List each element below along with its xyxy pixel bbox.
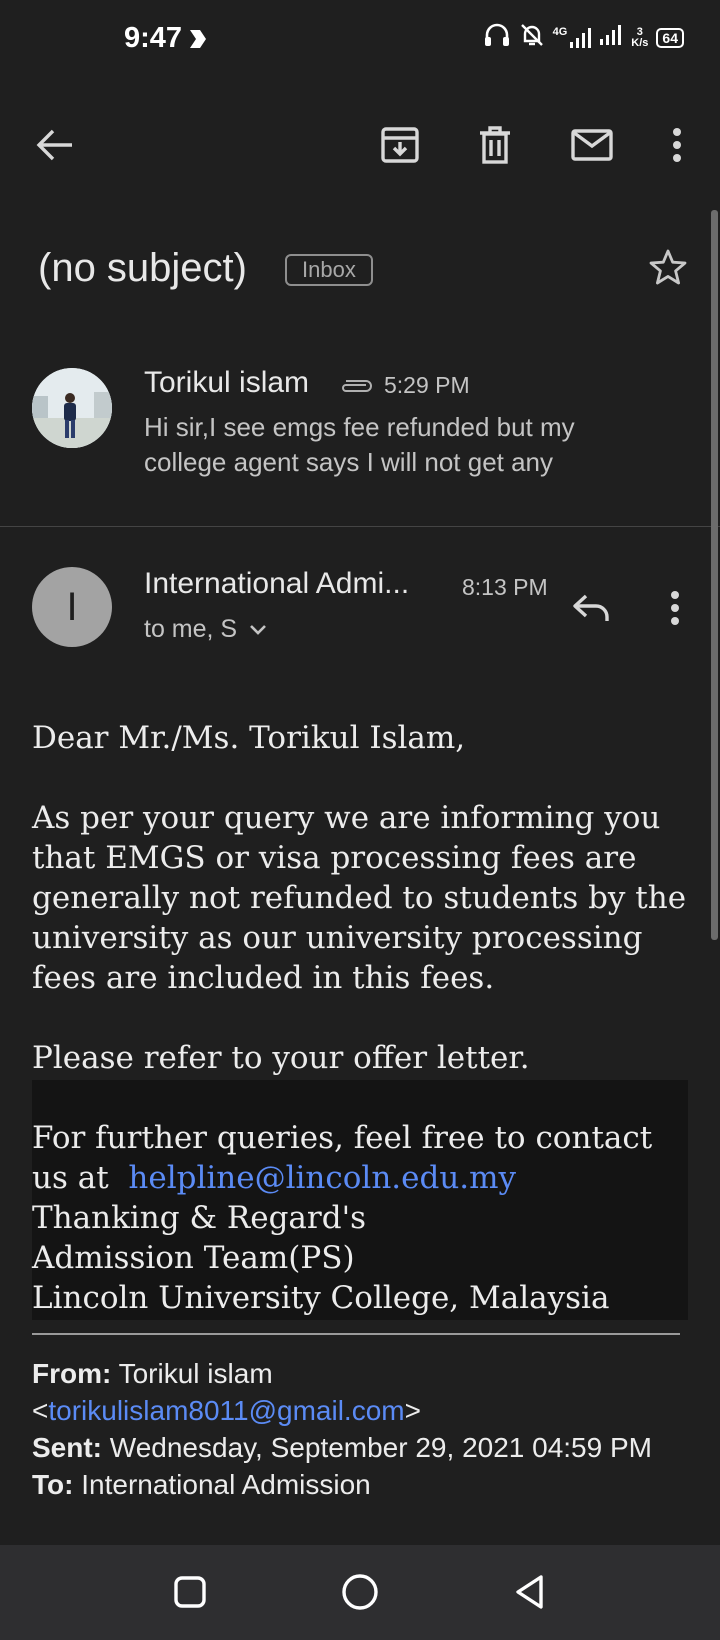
signal-icon: 4G — [552, 25, 592, 49]
recipients-text: to me, S — [144, 615, 238, 643]
message-more-button[interactable] — [650, 583, 700, 633]
to-line: To: International Admission — [32, 1466, 692, 1503]
signature-line: Admission Team(PS) — [32, 1240, 355, 1276]
delete-icon — [480, 126, 510, 164]
back-button[interactable] — [30, 120, 80, 170]
subject-row: (no subject) Inbox — [0, 230, 720, 310]
more-vert-icon — [671, 591, 679, 625]
speed-unit: K/s — [631, 36, 649, 49]
from-name: Torikul islam — [118, 1358, 273, 1389]
sent-line: Sent: Wednesday, September 29, 2021 04:5… — [32, 1429, 692, 1466]
mark-unread-button[interactable] — [567, 120, 617, 170]
attachment-icon — [338, 378, 374, 399]
from-email-line: <torikulislam8011@gmail.com> — [32, 1395, 421, 1426]
reply-button[interactable] — [566, 583, 616, 633]
avatar — [32, 368, 112, 448]
sender-name: Torikul islam — [144, 366, 310, 399]
archive-button[interactable] — [375, 120, 425, 170]
sent-label: Sent: — [32, 1432, 102, 1463]
from-line: From: Torikul islam — [32, 1355, 692, 1392]
more-vert-icon — [673, 128, 681, 162]
quoted-header: From: Torikul islam <torikulislam8011@gm… — [32, 1355, 692, 1503]
from-label: From: — [32, 1358, 112, 1389]
back-nav-button[interactable] — [505, 1567, 555, 1617]
notification-icon — [188, 28, 208, 55]
chevron-down-icon — [250, 624, 267, 635]
greeting: Dear Mr./Ms. Torikul Islam, — [32, 720, 466, 756]
to-value: International Admission — [81, 1469, 371, 1500]
reply-icon — [573, 594, 609, 621]
more-options-button[interactable] — [652, 120, 702, 170]
speed-indicator: 3 K/s — [631, 25, 649, 49]
collapsed-message[interactable]: Torikul islam 5:29 PM Hi sir,I see emgs … — [0, 360, 720, 525]
message-body: Dear Mr./Ms. Torikul Islam, As per your … — [32, 718, 692, 1318]
divider — [0, 526, 720, 527]
sent-value: Wednesday, September 29, 2021 04:59 PM — [109, 1432, 652, 1463]
expanded-message-header: I International Admi... 8:13 PM to me, S — [0, 555, 720, 665]
mute-bell-icon — [519, 22, 545, 53]
message-time: 5:29 PM — [384, 372, 470, 398]
back-triangle-icon — [516, 1575, 543, 1609]
inbox-label-chip[interactable]: Inbox — [285, 254, 373, 286]
battery-icon: 64 — [656, 27, 684, 48]
from-email-link[interactable]: torikulislam8011@gmail.com — [48, 1395, 404, 1426]
status-icons: 4G 3 K/s 64 — [483, 22, 684, 53]
speed-value: 3 — [636, 25, 643, 38]
signal-2-icon — [599, 24, 623, 51]
quote-separator — [32, 1333, 680, 1335]
battery-level: 64 — [662, 29, 678, 46]
star-icon[interactable] — [648, 248, 688, 291]
message-time: 8:13 PM — [462, 574, 548, 600]
scrollbar[interactable] — [711, 210, 718, 940]
message-snippet: Hi sir,I see emgs fee refunded but my co… — [144, 412, 575, 477]
recipients-toggle[interactable]: to me, S — [144, 615, 267, 644]
status-bar: 9:47 4G 3 K/s 64 — [0, 0, 720, 80]
contact-line: For further queries, feel free to contac… — [32, 1118, 692, 1198]
recents-button[interactable] — [165, 1567, 215, 1617]
sender-name: International Admi... — [144, 567, 410, 600]
helpline-email-link[interactable]: helpline@lincoln.edu.my — [128, 1160, 516, 1196]
home-icon — [342, 1574, 378, 1610]
mark-unread-icon — [571, 129, 613, 161]
system-nav-bar — [0, 1545, 720, 1640]
home-button[interactable] — [335, 1567, 385, 1617]
recents-icon — [174, 1576, 206, 1608]
headphones-icon — [483, 22, 511, 53]
avatar: I — [32, 567, 112, 647]
signature-line: Thanking & Regard's — [32, 1200, 367, 1236]
archive-icon — [381, 127, 419, 163]
body-paragraph: Please refer to your offer letter. — [32, 1040, 530, 1076]
toolbar — [0, 100, 720, 190]
to-label: To: — [32, 1469, 74, 1500]
email-subject: (no subject) — [38, 246, 247, 290]
back-arrow-icon — [36, 129, 72, 161]
status-time: 9:47 — [124, 22, 183, 54]
body-paragraph: As per your query we are informing you t… — [32, 800, 687, 996]
signature-line: Lincoln University College, Malaysia — [32, 1280, 610, 1316]
network-type: 4G — [552, 25, 568, 38]
delete-button[interactable] — [470, 120, 520, 170]
